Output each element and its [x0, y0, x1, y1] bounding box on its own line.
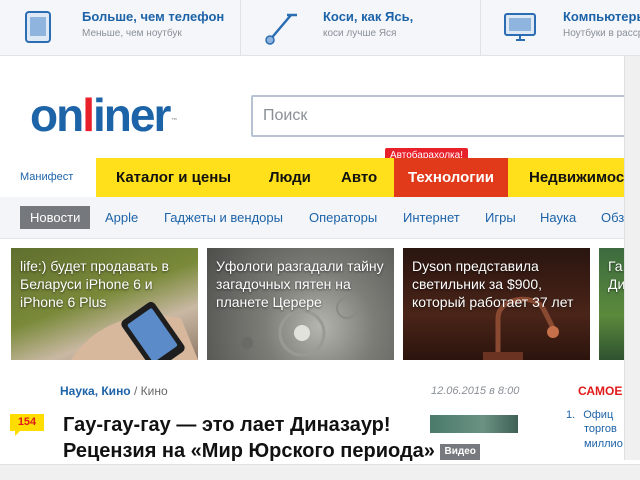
- video-badge: Видео: [440, 444, 480, 460]
- news-tile[interactable]: life:) будет продавать в Беларуси iPhone…: [11, 248, 198, 360]
- promo-subtitle: Ноутбуки в рассрочку: [563, 28, 640, 39]
- subnav-science[interactable]: Наука: [540, 210, 576, 225]
- tile-title: Уфологи разгадали тайну загадочных пятен…: [216, 258, 384, 310]
- category-separator: /: [130, 384, 141, 398]
- search-input[interactable]: [253, 97, 640, 135]
- subnav-operators[interactable]: Операторы: [309, 210, 377, 225]
- popular-item[interactable]: 1. Офиц: [566, 408, 613, 423]
- promo-title: Больше, чем телефон: [82, 9, 225, 24]
- promo-title: Коси, как Ясь,: [323, 9, 414, 24]
- vertical-scrollbar[interactable]: [624, 56, 640, 460]
- sub-nav: Новости Apple Гаджеты и вендоры Оператор…: [0, 197, 640, 239]
- promo-title: Компьютеры: [563, 9, 640, 24]
- subnav-news[interactable]: Новости: [20, 206, 91, 229]
- promo-item-trimmer[interactable]: Коси, как Ясь, коси лучше Яся: [241, 0, 481, 56]
- subcategory: Кино: [140, 384, 168, 398]
- subnav-internet[interactable]: Интернет: [403, 210, 460, 225]
- comments-count-badge[interactable]: 154: [10, 414, 44, 436]
- nav-auto[interactable]: Авто: [341, 158, 377, 197]
- tile-title: life:) будет продавать в Беларуси iPhone…: [20, 258, 169, 310]
- subnav-gadgets[interactable]: Гаджеты и вендоры: [164, 210, 283, 225]
- popular-title: САМОЕ: [578, 384, 623, 398]
- promo-item-computers[interactable]: Компьютеры Ноутбуки в рассрочку: [481, 0, 640, 56]
- subnav-games[interactable]: Игры: [485, 210, 516, 225]
- nav-catalog[interactable]: Каталог и цены: [116, 158, 231, 197]
- logo-text-start: on: [30, 89, 84, 141]
- news-tile[interactable]: Dyson представила светильник за $900, ко…: [403, 248, 590, 360]
- news-tile[interactable]: Уфологи разгадали тайну загадочных пятен…: [207, 248, 394, 360]
- headline-text: Гау-гау-гау — это лает Диназаур! Рецензи…: [63, 414, 435, 462]
- search-box: [251, 95, 640, 137]
- manifest-link[interactable]: Манифест: [20, 171, 73, 183]
- nav-technology[interactable]: Технологии: [394, 158, 508, 197]
- site-logo[interactable]: onliner ™: [30, 89, 177, 141]
- promo-subtitle: Меньше, чем ноутбук: [82, 28, 182, 39]
- category-link[interactable]: Наука, Кино: [60, 384, 131, 398]
- promo-item-tablet[interactable]: Больше, чем телефон Меньше, чем ноутбук: [0, 0, 241, 56]
- horizontal-scrollbar[interactable]: [0, 464, 640, 480]
- article-headline[interactable]: Гау-гау-гау — это лает Диназаур! Рецензи…: [63, 412, 483, 464]
- popular-item-number: 1.: [566, 409, 576, 421]
- trimmer-icon: [265, 13, 297, 45]
- article-date: 12.06.2015 в 8:00: [431, 385, 520, 397]
- logo-trademark: ™: [171, 118, 178, 124]
- subnav-apple[interactable]: Apple: [105, 210, 138, 225]
- nav-people[interactable]: Люди: [269, 158, 311, 197]
- main-nav: Каталог и цены Люди Авто Технологии Недв…: [96, 158, 640, 197]
- popular-item-text: Офиц: [583, 409, 614, 421]
- logo-text-accent: l: [82, 89, 95, 141]
- tile-title: Dyson представила светильник за $900, ко…: [412, 258, 574, 310]
- monitor-icon: [504, 13, 536, 41]
- article-category: Наука, Кино / Кино: [60, 384, 168, 398]
- logo-text-end: iner: [92, 89, 171, 141]
- promo-subtitle: коси лучше Яся: [323, 28, 397, 39]
- tablet-icon: [25, 11, 51, 43]
- popular-item-text-line: торгов: [584, 423, 617, 435]
- promo-strip: Больше, чем телефон Меньше, чем ноутбук …: [0, 0, 640, 56]
- popular-item-text-line: миллио: [584, 438, 623, 450]
